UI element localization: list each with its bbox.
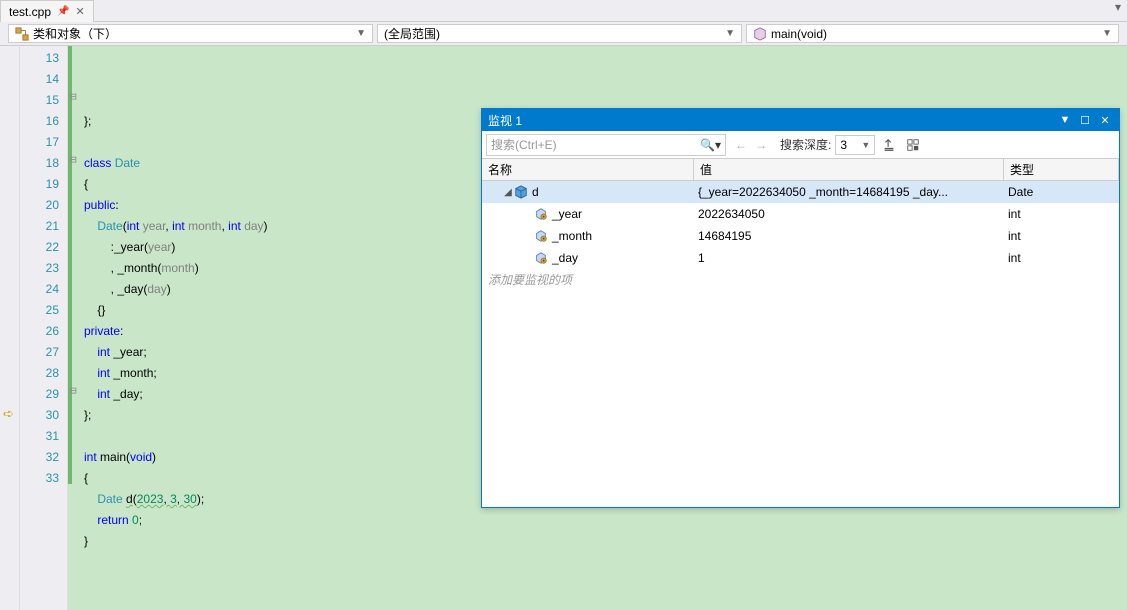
file-tab[interactable]: test.cpp 📌 ✕ [0, 0, 94, 22]
search-nav: ← → [732, 138, 770, 152]
watch-title-text: 监视 1 [488, 112, 1057, 129]
scope-dropdown-namespace[interactable]: (全局范围) ▼ [377, 24, 742, 43]
watch-row[interactable]: _month 14684195int [482, 225, 1119, 247]
watch-search-input[interactable]: 搜索(Ctrl+E) 🔍▾ [486, 134, 726, 156]
var-value[interactable]: 1 [694, 251, 1004, 265]
fold-toggle-icon[interactable]: ⊟ [70, 90, 77, 103]
settings-icon[interactable] [903, 135, 923, 155]
maximize-icon[interactable]: ☐ [1077, 112, 1093, 128]
var-value[interactable]: 2022634050 [694, 207, 1004, 221]
scope-dropdown-project[interactable]: 类和对象（下） ▼ [8, 24, 373, 43]
watch-column-header: 名称 值 类型 [482, 159, 1119, 181]
line-number-gutter: 1314151617181920212223242526272829303132… [20, 46, 68, 610]
depth-label: 搜索深度: [780, 136, 831, 153]
method-icon [753, 27, 767, 41]
fold-toggle-icon[interactable]: ⊟ [70, 153, 77, 166]
var-type: Date [1004, 185, 1119, 199]
chevron-down-icon: ▼ [725, 28, 735, 39]
add-watch-item[interactable]: 添加要监视的项 [482, 269, 1119, 290]
watch-toolbar: 搜索(Ctrl+E) 🔍▾ ← → 搜索深度: 3 ▼ [482, 131, 1119, 159]
current-statement-arrow-icon: ➪ [3, 406, 14, 422]
search-placeholder: 搜索(Ctrl+E) [491, 136, 557, 153]
class-view-icon [15, 27, 29, 41]
folding-margin: ⊟ ⊟ ⊟ [68, 46, 84, 610]
var-type: int [1004, 229, 1119, 243]
scope-dropdown-function[interactable]: main(void) ▼ [746, 24, 1119, 43]
tab-filename: test.cpp [9, 5, 51, 19]
filter-icon[interactable] [879, 135, 899, 155]
var-type: int [1004, 251, 1119, 265]
watch-body: ◢d{_year=2022634050 _month=14684195 _day… [482, 181, 1119, 507]
field-icon [534, 207, 548, 221]
scope-function-label: main(void) [771, 27, 827, 41]
watch-titlebar[interactable]: 监视 1 ▼ ☐ ✕ [482, 109, 1119, 131]
var-name: _year [552, 207, 582, 221]
chevron-down-icon: ▼ [356, 28, 366, 39]
change-indicator [68, 46, 72, 484]
column-header-name[interactable]: 名称 [482, 159, 694, 180]
scope-project-label: 类和对象（下） [33, 25, 117, 42]
watch-row[interactable]: _year 2022634050int [482, 203, 1119, 225]
var-value[interactable]: 14684195 [694, 229, 1004, 243]
field-icon [534, 251, 548, 265]
tab-overflow-dropdown[interactable]: ▾ [1109, 0, 1127, 21]
search-next-icon[interactable]: → [752, 138, 770, 152]
search-icon[interactable]: 🔍▾ [700, 138, 721, 152]
object-icon [514, 185, 528, 199]
window-dropdown-icon[interactable]: ▼ [1057, 112, 1073, 128]
var-type: int [1004, 207, 1119, 221]
column-header-value[interactable]: 值 [694, 159, 1004, 180]
depth-value: 3 [840, 138, 847, 152]
glyph-margin: ➪ [0, 46, 20, 610]
var-name: d [532, 185, 539, 199]
var-name: _day [552, 251, 578, 265]
fold-toggle-icon[interactable]: ⊟ [70, 384, 77, 397]
navigation-bar: 类和对象（下） ▼ (全局范围) ▼ main(void) ▼ [0, 22, 1127, 46]
watch-row[interactable]: ◢d{_year=2022634050 _month=14684195 _day… [482, 181, 1119, 203]
field-icon [534, 229, 548, 243]
close-tab-icon[interactable]: ✕ [75, 5, 84, 18]
scope-namespace-label: (全局范围) [384, 25, 440, 42]
var-name: _month [552, 229, 592, 243]
close-icon[interactable]: ✕ [1097, 112, 1113, 128]
tab-bar: test.cpp 📌 ✕ ▾ [0, 0, 1127, 22]
chevron-down-icon: ▼ [861, 140, 870, 150]
pin-icon[interactable]: 📌 [57, 6, 69, 17]
var-value[interactable]: {_year=2022634050 _month=14684195 _day..… [694, 185, 1004, 199]
watch-window: 监视 1 ▼ ☐ ✕ 搜索(Ctrl+E) 🔍▾ ← → 搜索深度: 3 ▼ 名… [481, 108, 1120, 508]
watch-row[interactable]: _day 1int [482, 247, 1119, 269]
depth-dropdown[interactable]: 3 ▼ [835, 135, 875, 155]
search-prev-icon[interactable]: ← [732, 138, 750, 152]
column-header-type[interactable]: 类型 [1004, 159, 1119, 180]
chevron-down-icon: ▼ [1102, 28, 1112, 39]
